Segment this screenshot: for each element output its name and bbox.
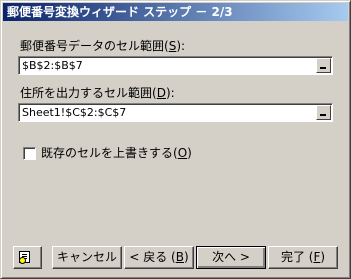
address-range-input[interactable]: Sheet1!$C$2:$C$7 bbox=[18, 103, 333, 122]
zip-range-value: $B$2:$B$7 bbox=[22, 59, 83, 72]
title-bar[interactable]: 郵便番号変換ウィザード ステップ － 2/3 bbox=[3, 3, 348, 21]
zip-range-label: 郵便番号データのセル範囲(S): bbox=[20, 39, 186, 53]
cancel-button[interactable]: キャンセル bbox=[52, 246, 122, 269]
window-title: 郵便番号変換ウィザード ステップ － 2/3 bbox=[7, 5, 233, 19]
next-button-label: 次へ > bbox=[212, 250, 250, 264]
back-button-label: < 戻る (B) bbox=[129, 250, 189, 264]
finish-button-label: 完了 (F) bbox=[280, 250, 326, 264]
zip-range-input[interactable]: $B$2:$B$7 bbox=[18, 56, 333, 75]
zip-range-collapse-button[interactable] bbox=[316, 58, 331, 73]
collapse-icon bbox=[320, 114, 326, 116]
finish-button[interactable]: 完了 (F) bbox=[268, 246, 338, 269]
collapse-icon bbox=[320, 67, 326, 69]
help-button[interactable] bbox=[13, 246, 42, 269]
cancel-button-label: キャンセル bbox=[56, 250, 117, 264]
address-range-value: Sheet1!$C$2:$C$7 bbox=[22, 106, 127, 119]
help-icon bbox=[19, 251, 30, 264]
wizard-dialog: 郵便番号変換ウィザード ステップ － 2/3 郵便番号データのセル範囲(S): … bbox=[0, 0, 351, 279]
address-range-collapse-button[interactable] bbox=[316, 105, 331, 120]
address-range-label: 住所を出力するセル範囲(D): bbox=[20, 86, 175, 100]
overwrite-checkbox[interactable] bbox=[23, 147, 36, 160]
next-button[interactable]: 次へ > bbox=[196, 246, 266, 269]
overwrite-label[interactable]: 既存のセルを上書きする(O) bbox=[41, 146, 192, 160]
back-button[interactable]: < 戻る (B) bbox=[124, 246, 194, 269]
